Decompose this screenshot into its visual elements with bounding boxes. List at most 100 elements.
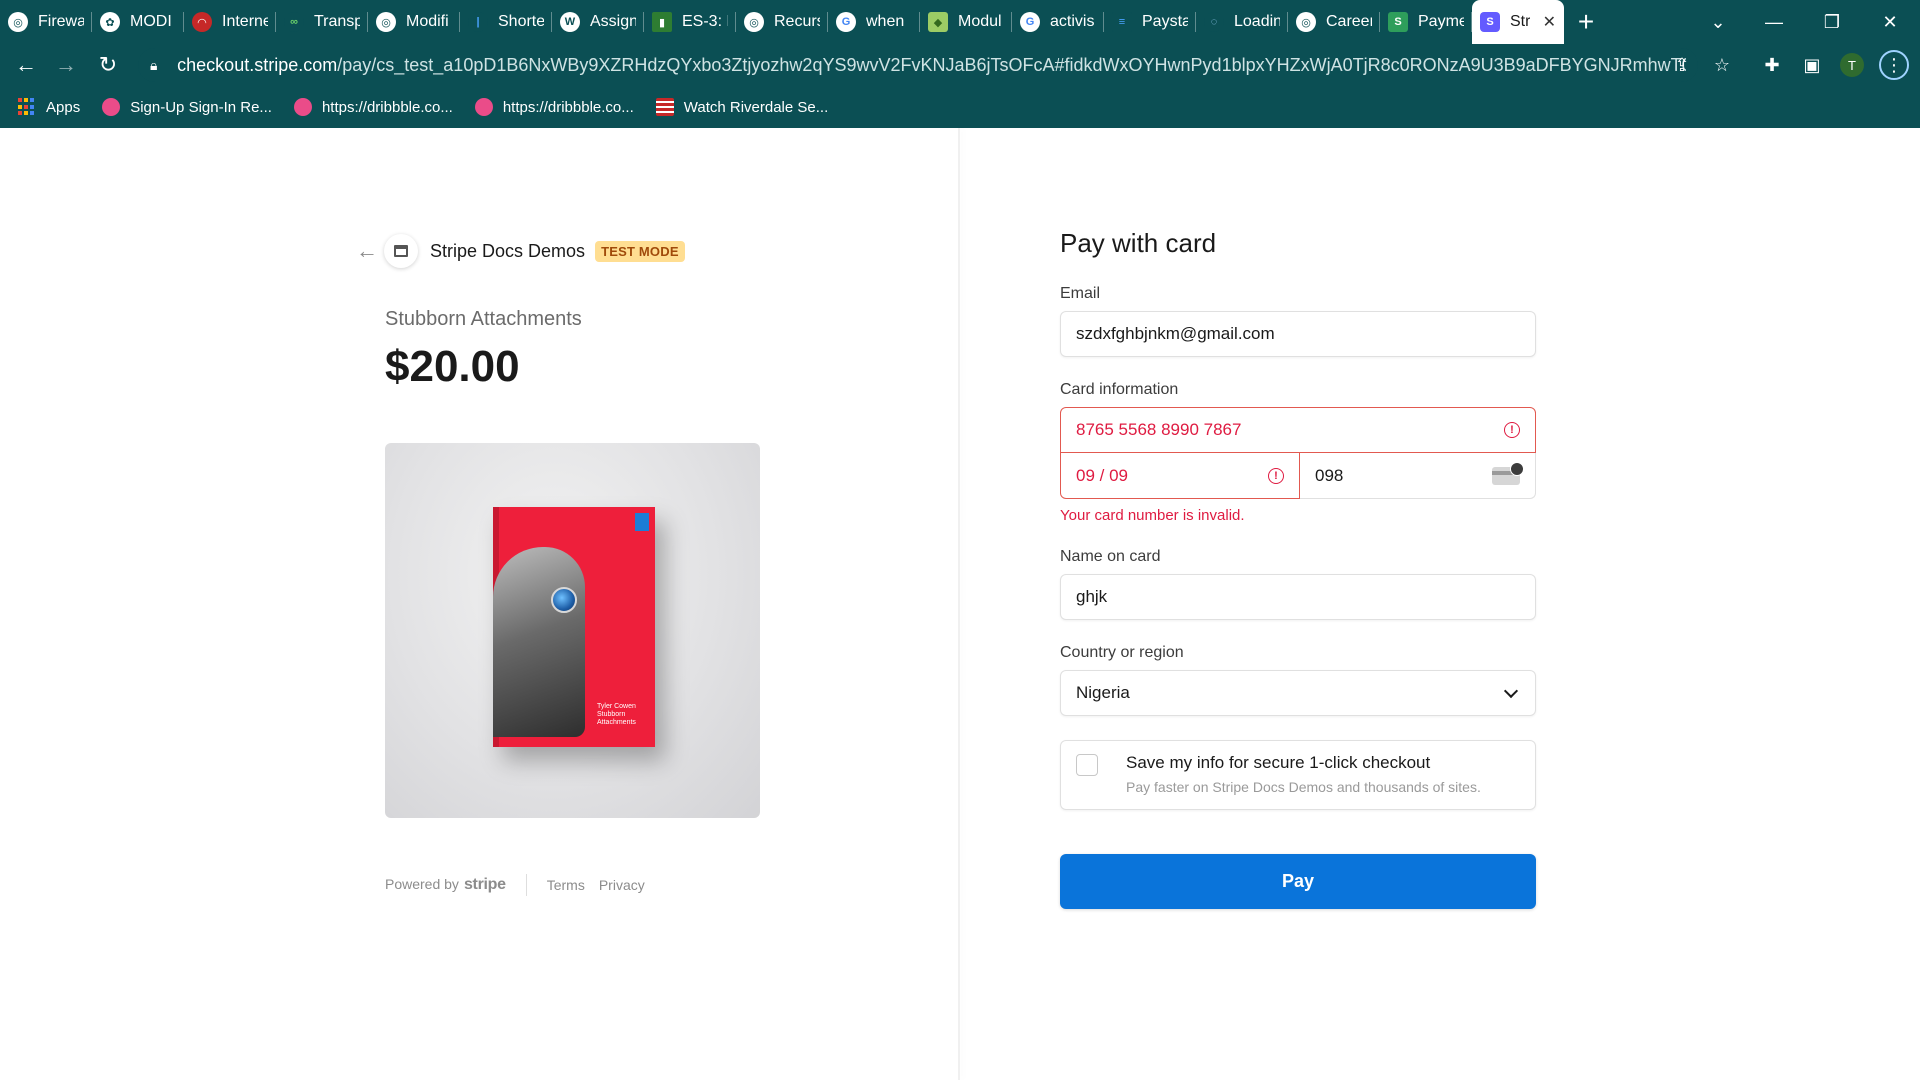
error-icon: ! [1504, 422, 1520, 438]
email-field[interactable]: szdxfghbjnkm@gmail.com [1060, 311, 1536, 357]
card-cvc-field[interactable]: 098 [1300, 453, 1536, 499]
browser-tab[interactable]: W Assign [552, 0, 644, 44]
card-group: Card information 8765 5568 8990 7867 ! 0… [1060, 381, 1536, 524]
checkout-page: ← Stripe Docs Demos TEST MODE Stubborn A… [0, 128, 1920, 1080]
card-number-field[interactable]: 8765 5568 8990 7867 ! [1060, 407, 1536, 453]
close-tab-icon[interactable]: ✕ [1543, 12, 1556, 32]
card-information-label: Card information [1060, 381, 1179, 398]
back-arrow-icon[interactable]: ← [356, 238, 384, 264]
wordpress-icon: W [560, 12, 580, 32]
side-panel-icon[interactable]: ▣ [1794, 44, 1830, 86]
browser-tab[interactable]: ◠ Interne [184, 0, 276, 44]
browser-tab[interactable]: ◎ Modifi [368, 0, 460, 44]
lock-icon: 🔒︎ [150, 56, 158, 73]
save-info-checkbox[interactable] [1076, 754, 1098, 776]
bookmark-item[interactable]: https://dribbble.co... [474, 98, 634, 116]
tab-strip: ◎ Firewa ✿ MODI ◠ Interne ∞ Transp ◎ Modifi |… [0, 0, 1920, 44]
card-expiry-field[interactable]: 09 / 09 ! [1060, 453, 1300, 499]
flag-icon [655, 98, 674, 116]
name-group: Name on card ghjk [1060, 548, 1536, 620]
bookmark-star-icon[interactable]: ☆ [1704, 44, 1740, 86]
terms-link[interactable]: Terms [547, 877, 585, 893]
url-field[interactable]: 🔒︎ checkout.stripe.com/pay/cs_test_a10pD… [138, 48, 1698, 82]
site-icon: ▮ [652, 12, 672, 32]
browser-tab[interactable]: S Payme [1380, 0, 1472, 44]
apps-icon [18, 98, 36, 116]
site-icon: ≡ [1112, 12, 1132, 32]
address-bar-row: ← → ↻ 🔒︎ checkout.stripe.com/pay/cs_test… [0, 44, 1920, 86]
menu-button[interactable]: ⋮ [1876, 44, 1912, 86]
chevron-down-icon [1503, 683, 1519, 698]
browser-tab-active[interactable]: S Str ✕ [1472, 0, 1564, 44]
close-window-button[interactable]: ✕ [1862, 0, 1918, 44]
footer-separator [525, 874, 527, 896]
save-info-box[interactable]: Save my info for secure 1-click checkout… [1060, 740, 1536, 810]
kebab-menu-icon: ⋮ [1879, 50, 1909, 80]
forward-button[interactable]: → [46, 45, 86, 85]
google-icon: G [1020, 12, 1040, 32]
product-image: Tyler Cowen Stubborn Attachments [385, 443, 760, 818]
bookmark-item[interactable]: Sign-Up Sign-In Re... [102, 98, 272, 116]
bookmark-apps[interactable]: Apps [18, 98, 80, 116]
email-group: Email szdxfghbjnkm@gmail.com [1060, 285, 1536, 357]
dribbble-icon [293, 98, 312, 116]
globe-icon: ◎ [376, 12, 396, 32]
card-error-message: Your card number is invalid. [1060, 507, 1245, 524]
email-label: Email [1060, 285, 1101, 302]
pay-button[interactable]: Pay [1060, 854, 1536, 909]
browser-tab[interactable]: ≡ Paysta [1104, 0, 1196, 44]
globe-icon: ◎ [744, 12, 764, 32]
product-name: Stubborn Attachments [385, 308, 582, 330]
name-on-card-label: Name on card [1060, 548, 1161, 565]
extensions-icon[interactable]: ✚ [1754, 44, 1790, 86]
browser-tab[interactable]: ◌ Loadin [1196, 0, 1288, 44]
site-icon: ∞ [284, 12, 304, 32]
book-cover: Tyler Cowen Stubborn Attachments [493, 507, 655, 747]
powered-by-stripe[interactable]: Powered by stripe [385, 876, 506, 894]
card-information-box: 8765 5568 8990 7867 ! 09 / 09 ! 098 [1060, 407, 1536, 499]
loading-icon: ◌ [1204, 12, 1224, 32]
bookmark-item[interactable]: Watch Riverdale Se... [655, 98, 828, 116]
site-icon: ◠ [192, 12, 212, 32]
globe-icon: ◎ [1296, 12, 1316, 32]
column-divider [958, 128, 960, 1080]
reload-button[interactable]: ↻ [88, 45, 128, 85]
browser-tab[interactable]: ▮ES-3: L [644, 0, 736, 44]
merchant-name[interactable]: Stripe Docs Demos [430, 241, 585, 262]
back-button[interactable]: ← [6, 45, 46, 85]
browser-tab[interactable]: ◎ Firewa [0, 0, 92, 44]
minimize-button[interactable]: — [1746, 0, 1802, 44]
new-tab-button[interactable]: + [1564, 0, 1608, 44]
site-icon: | [468, 12, 488, 32]
site-icon: S [1388, 12, 1408, 32]
browser-tab[interactable]: Gwhen [828, 0, 920, 44]
privacy-link[interactable]: Privacy [599, 877, 645, 893]
name-on-card-field[interactable]: ghjk [1060, 574, 1536, 620]
browser-tab[interactable]: ◆ Modul [920, 0, 1012, 44]
site-icon: ◆ [928, 12, 948, 32]
tab-search-chevron-icon[interactable]: ⌄ [1690, 0, 1746, 44]
bookmarks-bar: Apps Sign-Up Sign-In Re... https://dribb… [0, 86, 1920, 128]
profile-avatar[interactable]: T [1834, 44, 1870, 86]
payment-form: Pay with card Email szdxfghbjnkm@gmail.c… [1060, 228, 1536, 909]
browser-tab[interactable]: ◎ Career [1288, 0, 1380, 44]
test-mode-badge: TEST MODE [595, 240, 685, 262]
merchant-header: ← Stripe Docs Demos TEST MODE [356, 234, 685, 268]
form-title: Pay with card [1060, 228, 1217, 258]
summary-footer: Powered by stripe Terms Privacy [385, 874, 659, 896]
stripe-icon: S [1480, 12, 1500, 32]
dribbble-icon [102, 98, 121, 116]
browser-tab[interactable]: | Shorte [460, 0, 552, 44]
browser-tab[interactable]: ∞ Transp [276, 0, 368, 44]
google-icon: G [836, 12, 856, 32]
product-price: $20.00 [385, 342, 520, 391]
restore-button[interactable]: ❐ [1804, 0, 1860, 44]
share-icon[interactable]: ⇪ [1664, 44, 1700, 86]
browser-tab[interactable]: ◎ Recurs [736, 0, 828, 44]
country-select[interactable]: Nigeria [1060, 670, 1536, 716]
publisher-badge [635, 513, 649, 531]
bookmark-item[interactable]: https://dribbble.co... [293, 98, 453, 116]
browser-tab[interactable]: ✿ MODI [92, 0, 184, 44]
country-label: Country or region [1060, 644, 1184, 661]
browser-tab[interactable]: Gactivis [1012, 0, 1104, 44]
